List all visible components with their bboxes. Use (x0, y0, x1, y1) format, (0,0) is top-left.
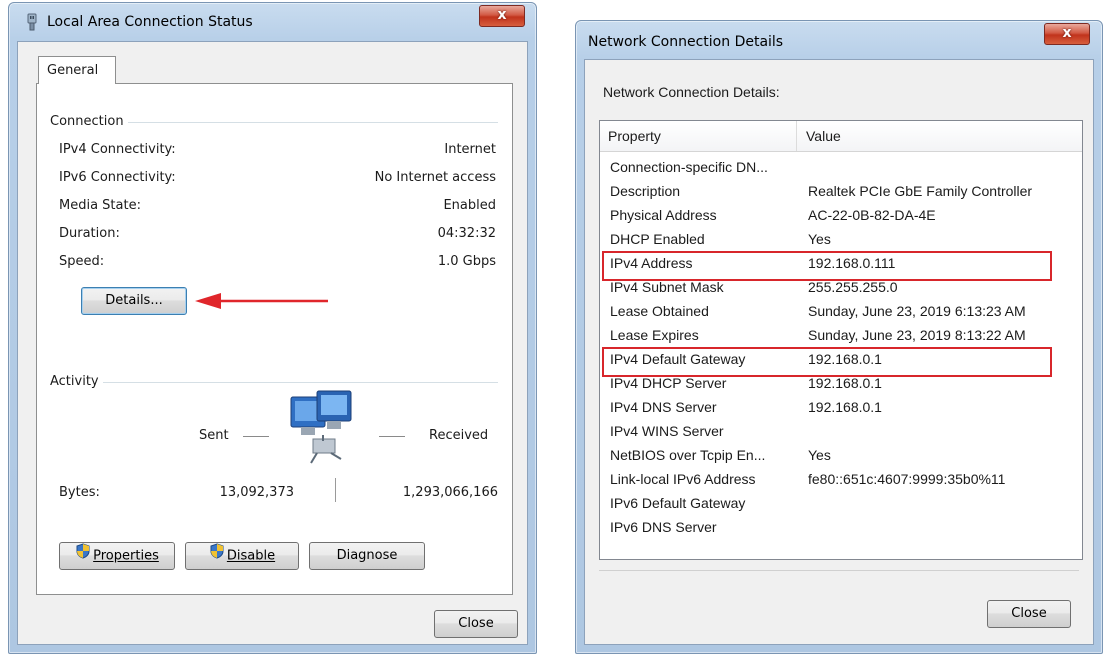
activity-group-rule (51, 382, 498, 383)
bytes-label: Bytes: (59, 485, 100, 500)
network-adapter-icon (27, 13, 37, 35)
status-close-button[interactable]: Close (434, 610, 518, 638)
column-separator[interactable] (796, 121, 797, 151)
row-property: Lease Expires (610, 327, 699, 343)
bytes-divider (335, 478, 336, 502)
row-property: IPv4 DHCP Server (610, 375, 727, 391)
row-value: Sunday, June 23, 2019 6:13:23 AM (808, 303, 1026, 319)
details-client-area: Network Connection Details: Property Val… (584, 59, 1094, 645)
row-property: IPv6 DNS Server (610, 519, 717, 535)
bytes-sent-value: 13,092,373 (219, 485, 294, 500)
details-bottom-separator (599, 570, 1079, 571)
row-value: 192.168.0.1 (808, 399, 882, 415)
speed-label: Speed: (59, 254, 105, 269)
uac-shield-icon (75, 543, 91, 569)
row-value: Yes (808, 231, 831, 247)
row-property: NetBIOS over Tcpip En... (610, 447, 766, 463)
details-button[interactable]: Details... (81, 287, 187, 315)
connection-heading: Connection (47, 114, 128, 129)
default-gateway-highlight (602, 347, 1052, 377)
sent-connector-line (243, 436, 269, 437)
network-computers-icon (287, 389, 367, 473)
properties-button[interactable]: Properties (59, 542, 175, 570)
uac-shield-icon (209, 543, 225, 569)
received-label: Received (429, 428, 489, 443)
received-connector-line (379, 436, 405, 437)
row-property: Link-local IPv6 Address (610, 471, 756, 487)
row-value: fe80::651c:4607:9999:35b0%11 (808, 471, 1006, 487)
row-value: Realtek PCIe GbE Family Controller (808, 183, 1033, 199)
column-header-value[interactable]: Value (806, 128, 841, 144)
duration-label: Duration: (59, 226, 120, 241)
ipv4-address-highlight (602, 251, 1052, 281)
details-titlebar[interactable]: Network Connection Details x (576, 21, 1102, 59)
ipv4-connectivity-label: IPv4 Connectivity: (59, 142, 176, 157)
disable-button[interactable]: Disable (185, 542, 299, 570)
row-property: Connection-specific DN... (610, 159, 768, 175)
ipv4-connectivity-value: Internet (444, 142, 496, 157)
row-value: 255.255.255.0 (808, 279, 898, 295)
details-list[interactable]: Property Value Connection-specific DN...… (599, 120, 1083, 560)
status-close-x-button[interactable]: x (479, 5, 525, 27)
row-property: DHCP Enabled (610, 231, 705, 247)
row-property: IPv4 WINS Server (610, 423, 724, 439)
details-close-button[interactable]: Close (987, 600, 1071, 628)
ipv6-connectivity-value: No Internet access (374, 170, 496, 185)
details-close-x-button[interactable]: x (1044, 23, 1090, 45)
sent-label: Sent (199, 428, 229, 443)
details-subheading: Network Connection Details: (603, 84, 780, 100)
speed-value: 1.0 Gbps (437, 254, 496, 269)
media-state-label: Media State: (59, 198, 141, 213)
status-client-area: General Connection IPv4 Connectivity: In… (17, 41, 528, 645)
tab-general[interactable]: General (38, 56, 116, 84)
row-property: IPv6 Default Gateway (610, 495, 746, 511)
media-state-value: Enabled (443, 198, 496, 213)
row-property: IPv4 Subnet Mask (610, 279, 724, 295)
properties-button-label: Properties (93, 548, 159, 564)
row-value: Yes (808, 447, 831, 463)
status-window-title: Local Area Connection Status (47, 14, 253, 30)
status-titlebar[interactable]: Local Area Connection Status x (9, 3, 536, 41)
row-property: Description (610, 183, 681, 199)
row-property: IPv4 DNS Server (610, 399, 717, 415)
general-tab-panel: Connection IPv4 Connectivity: Internet I… (36, 83, 513, 595)
row-value: AC-22-0B-82-DA-4E (808, 207, 936, 223)
activity-heading: Activity (47, 374, 103, 389)
column-header-property[interactable]: Property (608, 128, 661, 144)
ipv6-connectivity-label: IPv6 Connectivity: (59, 170, 176, 185)
disable-button-label: Disable (226, 548, 276, 564)
details-list-header: Property Value (600, 121, 1082, 152)
row-property: Physical Address (610, 207, 717, 223)
details-window-title: Network Connection Details (588, 34, 784, 50)
duration-value: 04:32:32 (437, 226, 496, 241)
diagnose-button[interactable]: Diagnose (309, 542, 425, 570)
row-property: Lease Obtained (610, 303, 709, 319)
row-value: Sunday, June 23, 2019 8:13:22 AM (808, 327, 1026, 343)
arrow-annotation-icon (195, 291, 330, 315)
bytes-received-value: 1,293,066,166 (402, 485, 498, 500)
row-value: 192.168.0.1 (808, 375, 882, 391)
status-window: Local Area Connection Status x General C… (8, 2, 537, 654)
details-window: Network Connection Details x Network Con… (575, 20, 1103, 654)
